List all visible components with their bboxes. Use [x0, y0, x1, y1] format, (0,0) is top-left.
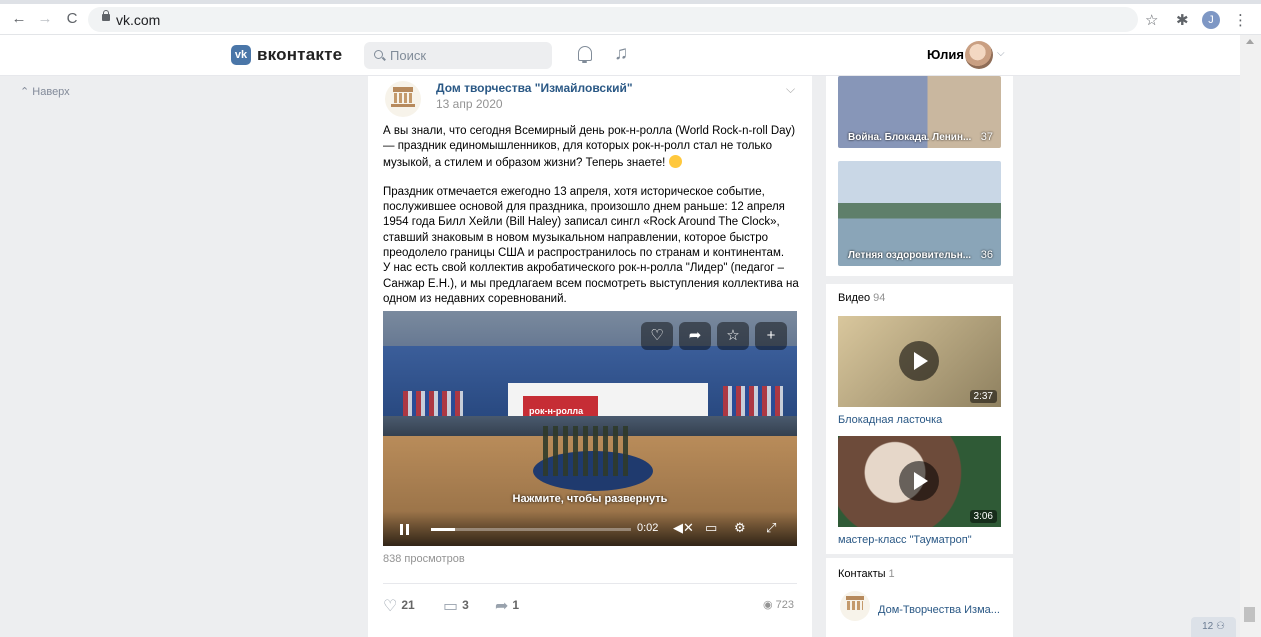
avatar[interactable] [965, 41, 993, 69]
mute-icon[interactable]: ◀✕ [673, 520, 694, 536]
video-thumb[interactable]: 3:06 [838, 436, 1001, 527]
add-video-plus-icon[interactable]: + [755, 322, 787, 350]
photo-albums-card: Война. Блокада. Ленин... 37 Летняя оздор… [826, 76, 1013, 276]
video-title[interactable]: Блокадная ласточка [838, 414, 942, 426]
profile-avatar[interactable]: J [1202, 11, 1220, 29]
page-scrollbar[interactable] [1240, 35, 1261, 637]
search-icon [374, 50, 383, 59]
smile-emoji-icon [668, 154, 682, 168]
chevron-down-icon[interactable]: ⌵ [997, 48, 1005, 59]
vk-logo-text[interactable]: вконтакте [257, 45, 342, 65]
share-count: 1 [512, 598, 520, 612]
vk-logo-icon[interactable]: vk [231, 45, 251, 65]
browser-toolbar: ← → C vk.com ☆ ✱ J ⋮ [0, 4, 1261, 35]
chevron-up-icon: ⌃ [20, 86, 33, 98]
notifications-bell-icon[interactable] [578, 46, 592, 63]
post-text: А вы знали, что сегодня Всемирный день р… [383, 124, 803, 307]
group-avatar[interactable] [385, 81, 421, 117]
video-player[interactable]: рок-н-ролла ♡ ➦ ☆ + Нажмите, чтобы разве… [383, 311, 797, 546]
notification-counter-badge[interactable]: 12 ⚇ [1191, 617, 1236, 637]
comment-count: 3 [462, 598, 469, 612]
vk-header: vk вконтакте Поиск ♫ Юлия ⌵ [0, 35, 1240, 76]
video-views: 838 просмотров [383, 553, 465, 565]
album-caption: Война. Блокада. Ленин... [848, 132, 972, 143]
videos-card: Видео 94 2:37 Блокадная ласточка 3:06 мас… [826, 284, 1013, 554]
address-bar[interactable] [88, 7, 1138, 32]
post-menu-chevron-icon[interactable]: ⌵ [786, 82, 795, 97]
back-to-top-link[interactable]: ⌃ Наверх [20, 85, 70, 98]
music-icon[interactable]: ♫ [614, 43, 628, 65]
fullscreen-icon[interactable]: ⤢ [766, 520, 776, 536]
video-duration: 3:06 [969, 510, 997, 523]
post-author-link[interactable]: Дом творчества "Измайловский" [436, 81, 633, 95]
post-paragraph-1: А вы знали, что сегодня Всемирный день р… [383, 125, 796, 169]
album-count: 36 [980, 249, 993, 261]
share-button[interactable]: ➦ 1 [495, 596, 519, 616]
extensions-puzzle-icon[interactable]: ✱ [1176, 11, 1189, 29]
favorite-star-icon[interactable]: ☆ [717, 322, 749, 350]
pause-icon[interactable] [400, 524, 409, 535]
post-date[interactable]: 13 апр 2020 [436, 97, 503, 111]
post-paragraph-3: У нас есть свой коллектив акробатическог… [383, 262, 799, 305]
bookmark-star-icon[interactable]: ☆ [1145, 11, 1158, 29]
right-column: Война. Блокада. Ленин... 37 Летняя оздор… [826, 76, 1013, 637]
like-button[interactable]: ♡ 21 [383, 596, 415, 616]
settings-gear-icon[interactable]: ⚙ [734, 520, 746, 536]
browser-menu-icon[interactable]: ⋮ [1233, 11, 1248, 29]
user-name[interactable]: Юлия [927, 47, 964, 62]
share-arrow-icon: ➦ [495, 598, 509, 615]
eye-icon: ◉ [763, 599, 776, 611]
album-count: 37 [980, 131, 993, 143]
video-time: 0:02 [637, 522, 659, 534]
video-thumb[interactable]: 2:37 [838, 316, 1001, 407]
scrollbar-thumb[interactable] [1244, 607, 1255, 622]
lock-icon[interactable] [102, 10, 110, 21]
people-icon: ⚇ [1215, 621, 1225, 632]
back-to-top-label: Наверх [32, 86, 70, 98]
play-icon[interactable] [899, 341, 939, 381]
expand-video-hint[interactable]: Нажмите, чтобы развернуть [383, 493, 797, 505]
back-arrow-icon[interactable]: ← [10, 10, 28, 28]
forward-arrow-icon[interactable]: → [36, 10, 54, 28]
photo-album-thumb[interactable]: Война. Блокада. Ленин... 37 [838, 76, 1001, 148]
comment-button[interactable]: ▭ 3 [443, 596, 469, 616]
wall-post: Дом творчества "Измайловский" 13 апр 202… [368, 76, 812, 637]
album-caption: Летняя оздоровительн... [848, 250, 972, 261]
url-text[interactable]: vk.com [116, 12, 160, 28]
post-views: ◉ 723 [763, 598, 794, 611]
photo-album-thumb[interactable]: Летняя оздоровительн... 36 [838, 161, 1001, 266]
share-video-icon[interactable]: ➦ [679, 322, 711, 350]
video-progress-bar[interactable] [431, 528, 631, 531]
videos-section-title[interactable]: Видео 94 [838, 292, 885, 304]
contact-name-link[interactable]: Дом-Творчества Изма... [878, 604, 1000, 616]
scroll-up-arrow-icon[interactable] [1246, 39, 1254, 44]
comment-icon: ▭ [443, 598, 459, 615]
video-duration: 2:37 [969, 390, 997, 403]
contacts-section-title[interactable]: Контакты 1 [838, 568, 895, 580]
like-video-heart-icon[interactable]: ♡ [641, 322, 673, 350]
video-title[interactable]: мастер-класс "Тауматроп" [838, 534, 972, 546]
miniplayer-icon[interactable]: ▭ [705, 520, 717, 536]
search-input[interactable]: Поиск [364, 42, 552, 69]
like-count: 21 [401, 598, 415, 612]
contact-avatar[interactable] [840, 591, 870, 621]
divider [383, 583, 797, 584]
reload-icon[interactable]: C [63, 10, 81, 28]
post-view-count: 723 [775, 599, 795, 611]
post-paragraph-2: Праздник отмечается ежегодно 13 апреля, … [383, 185, 785, 260]
heart-icon: ♡ [383, 598, 398, 615]
search-placeholder: Поиск [390, 48, 427, 63]
play-icon[interactable] [899, 461, 939, 501]
